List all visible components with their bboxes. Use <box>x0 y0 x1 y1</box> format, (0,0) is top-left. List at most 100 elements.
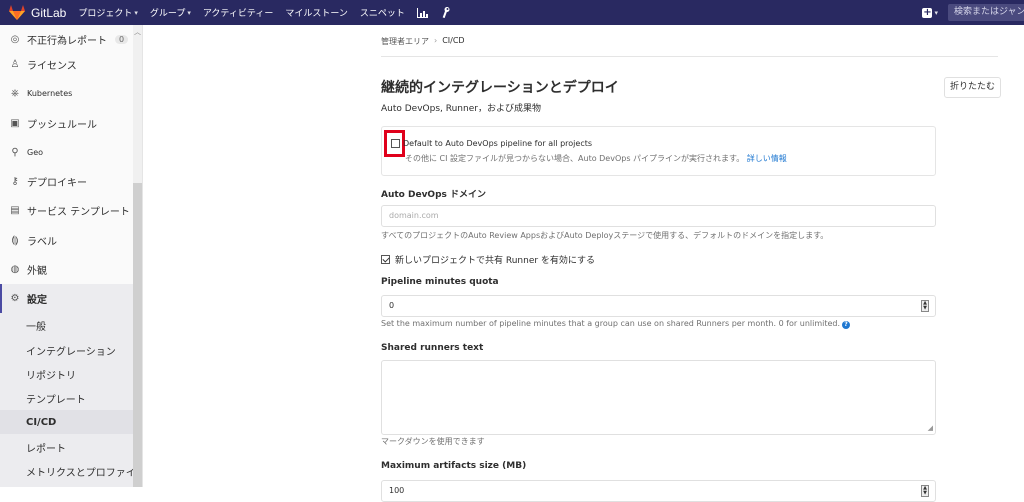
nav-groups[interactable]: グループ ▾ <box>149 6 191 20</box>
artifacts-size-label: Maximum artifacts size (MB) <box>381 461 527 471</box>
auto-devops-help-text: その他に CI 設定ファイルが見つからない場合、Auto DevOps パイプラ… <box>405 154 745 163</box>
sidebar-item-push-rules[interactable]: ▣ プッシュルール <box>0 109 133 138</box>
sidebar-item-service-templates[interactable]: ▤ サービス テンプレート <box>0 196 133 225</box>
sidebar-item-label: Kubernetes <box>27 89 73 98</box>
subitem-label: 一般 <box>26 321 46 333</box>
nav-projects-label: プロジェクト <box>78 9 133 19</box>
plus-icon: + <box>922 6 933 18</box>
sidebar-item-label: サービス テンプレート <box>27 207 130 218</box>
appearance-icon: ◍ <box>10 264 20 275</box>
scroll-up-icon[interactable]: ︿ <box>134 27 141 37</box>
divider <box>381 56 998 57</box>
artifacts-size-value: 100 <box>389 486 405 495</box>
sidebar-item-kubernetes[interactable]: ⎈ Kubernetes <box>0 79 133 108</box>
subitem-label: テンプレート <box>26 394 86 406</box>
app-name: GitLab <box>31 5 67 20</box>
sidebar-scrollbar[interactable]: ︿ <box>133 25 142 487</box>
domain-help: すべてのプロジェクトのAuto Review AppsおよびAuto Deplo… <box>381 231 829 240</box>
minutes-quota-help: Set the maximum number of pipeline minut… <box>381 319 851 329</box>
scrollbar-thumb[interactable] <box>133 183 142 487</box>
sidebar-item-label: 外観 <box>27 266 47 277</box>
label-icon: ⟬⟭ <box>11 235 19 246</box>
breadcrumb-separator: › <box>434 36 438 45</box>
count-badge: 0 <box>115 35 129 44</box>
nav-milestones[interactable]: マイルストーン <box>285 6 348 19</box>
sidebar-item-license[interactable]: ♙ ライセンス <box>0 50 133 79</box>
number-stepper-icon[interactable]: ▲ ▼ <box>921 300 929 312</box>
sidebar-subitem-repository[interactable]: リポジトリ <box>0 362 133 386</box>
shared-runners-textarea[interactable]: ◢ <box>381 360 936 435</box>
shared-runners-checkbox[interactable] <box>381 255 390 264</box>
nav-activity-label: アクティビティー <box>202 9 274 19</box>
sidebar-item-label: デプロイキー <box>27 178 87 189</box>
section-subtitle: Auto DevOps, Runner，および成果物 <box>381 104 541 114</box>
question-icon[interactable]: ? <box>842 321 851 329</box>
markdown-help: マークダウンを使用できます <box>381 437 485 446</box>
auto-devops-label: Default to Auto DevOps pipeline for all … <box>403 139 593 148</box>
sidebar-item-settings[interactable]: ⚙ 設定 <box>0 284 133 313</box>
push-icon: ▣ <box>10 118 20 129</box>
resize-handle-icon[interactable]: ◢ <box>928 424 933 432</box>
sidebar-subitem-reporting[interactable]: レポート <box>0 435 133 459</box>
chart-icon[interactable] <box>416 7 428 18</box>
nav-projects[interactable]: プロジェクト ▾ <box>78 6 138 20</box>
settings-submenu: 一般 インテグレーション リポジトリ テンプレート CI/CD レポート メトリ… <box>0 313 133 487</box>
subitem-label: メトリクスとプロファイリング <box>26 467 133 479</box>
breadcrumb-current[interactable]: CI/CD <box>442 36 464 47</box>
template-icon: ▤ <box>10 205 20 216</box>
sidebar-item-label: プッシュルール <box>27 120 97 131</box>
sidebar-item-label: 設定 <box>27 295 47 306</box>
gitlab-tanuki-icon <box>9 5 25 20</box>
sidebar-item-appearance[interactable]: ◍ 外観 <box>0 255 133 284</box>
sidebar-subitem-general[interactable]: 一般 <box>0 313 133 337</box>
sidebar-item-label: ライセンス <box>27 61 77 72</box>
breadcrumb: 管理者エリア › CI/CD <box>381 36 465 47</box>
nav-snippets[interactable]: スニペット <box>360 6 405 19</box>
domain-input[interactable]: domain.com <box>381 205 936 227</box>
subitem-label: リポジトリ <box>26 370 76 382</box>
artifacts-size-input[interactable]: 100 ▲ ▼ <box>381 480 936 502</box>
auto-devops-checkbox[interactable] <box>391 139 400 148</box>
top-navbar: GitLab プロジェクト ▾ グループ ▾ アクティビティー マイルストーン スニ… <box>0 0 1024 25</box>
learn-more-link[interactable]: 詳しい情報 <box>747 154 787 163</box>
sidebar-item-deploy-keys[interactable]: ⚷ デプロイキー <box>0 167 133 196</box>
sidebar-item-labels[interactable]: ⟬⟭ ラベル <box>0 226 133 255</box>
kubernetes-icon: ⎈ <box>11 88 19 99</box>
main-content: 管理者エリア › CI/CD 継続的インテグレーションとデプロイ Auto De… <box>143 25 1024 502</box>
gear-icon: ⚙ <box>10 293 20 304</box>
breadcrumb-admin-area[interactable]: 管理者エリア <box>381 36 429 47</box>
auto-devops-panel <box>381 126 936 176</box>
circle-icon: ◎ <box>10 34 20 45</box>
search-input[interactable]: 検索またはジャンプ <box>948 4 1024 21</box>
subitem-label: インテグレーション <box>26 346 116 358</box>
chevron-down-icon: ▾ <box>934 8 938 17</box>
sidebar-subitem-templates[interactable]: テンプレート <box>0 386 133 410</box>
key-icon: ⚷ <box>11 176 19 187</box>
section-title: 継続的インテグレーションとデプロイ <box>381 80 619 96</box>
minutes-quota-input[interactable]: 0 ▲ ▼ <box>381 295 936 317</box>
sidebar-subitem-cicd[interactable]: CI/CD <box>0 410 133 434</box>
shared-runners-toggle[interactable]: 新しいプロジェクトで共有 Runner を有効にする <box>381 253 595 266</box>
new-item-dropdown[interactable]: + ▾ <box>922 6 938 18</box>
location-icon: ⚲ <box>11 147 19 158</box>
sidebar-subitem-integrations[interactable]: インテグレーション <box>0 338 133 362</box>
nav-activity[interactable]: アクティビティー <box>203 6 273 19</box>
chevron-down-icon: ▾ <box>134 8 138 17</box>
sidebar-subitem-metrics[interactable]: メトリクスとプロファイリング <box>0 459 133 483</box>
minutes-quota-label: Pipeline minutes quota <box>381 277 499 287</box>
subitem-label: CI/CD <box>26 416 57 428</box>
sidebar-item-label: ラベル <box>27 237 57 248</box>
sidebar-item-geo[interactable]: ⚲ Geo <box>0 138 133 167</box>
users-icon: ♙ <box>10 59 20 70</box>
wrench-icon[interactable] <box>440 7 450 18</box>
nav-milestones-label: マイルストーン <box>285 9 348 19</box>
chevron-down-icon: ▾ <box>187 8 191 17</box>
navbar-right: +▾ 検索またはジャンプ <box>922 0 1024 25</box>
admin-sidebar: ◎ 不正行為レポート 0 ♙ ライセンス ⎈ Kubernetes ▣ プッシュルール ⚲… <box>0 25 143 487</box>
minutes-quota-help-text: Set the maximum number of pipeline minut… <box>381 319 841 328</box>
shared-runners-label: 新しいプロジェクトで共有 Runner を有効にする <box>395 256 596 266</box>
nav-groups-label: グループ <box>149 9 186 19</box>
gitlab-logo[interactable]: GitLab <box>9 5 78 20</box>
collapse-button[interactable]: 折りたたむ <box>944 77 1001 98</box>
auto-devops-help: その他に CI 設定ファイルが見つからない場合、Auto DevOps パイプラ… <box>405 153 787 164</box>
